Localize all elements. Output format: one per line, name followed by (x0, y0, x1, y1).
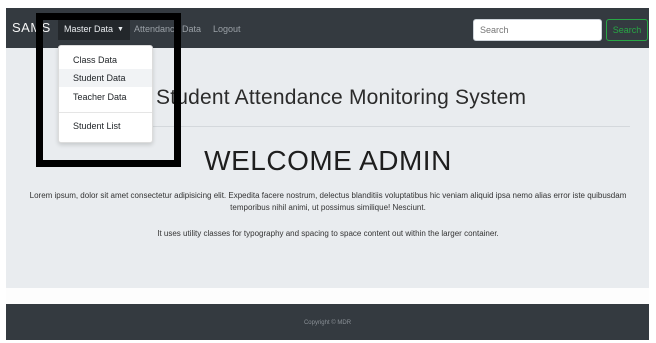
search-button[interactable]: Search (606, 19, 648, 41)
dropdown-item-student-data[interactable]: Student Data (59, 69, 152, 87)
lead-paragraph: Lorem ipsum, dolor sit amet consectetur … (29, 191, 627, 212)
brand-logo[interactable]: SAMS (12, 20, 51, 35)
navbar: SAMS Master Data ▼ Attendance Data Logou… (6, 8, 649, 48)
caret-down-icon: ▼ (117, 25, 124, 33)
search-input[interactable] (473, 19, 602, 41)
page-title: Student Attendance Monitoring System (156, 86, 527, 109)
dropdown-item-student-list[interactable]: Student List (59, 117, 152, 135)
nav-master-data[interactable]: Master Data ▼ (58, 18, 130, 40)
content-spacer (6, 288, 649, 304)
copyright-text: Copyright © MDR (303, 320, 352, 326)
welcome-heading: WELCOME ADMIN (204, 145, 452, 176)
dropdown-item-class-data[interactable]: Class Data (59, 51, 152, 69)
footer: Copyright © MDR (6, 304, 649, 340)
dropdown-item-teacher-data[interactable]: Teacher Data (59, 88, 152, 106)
master-data-dropdown: Class Data Student Data Teacher Data Stu… (58, 45, 153, 143)
nav-attendance-data[interactable]: Attendance Data (134, 24, 201, 34)
nav-logout[interactable]: Logout (213, 24, 241, 34)
divider (150, 126, 630, 127)
dropdown-divider (59, 112, 152, 113)
nav-master-data-label: Master Data (64, 24, 114, 34)
info-paragraph: It uses utility classes for typography a… (157, 229, 499, 238)
